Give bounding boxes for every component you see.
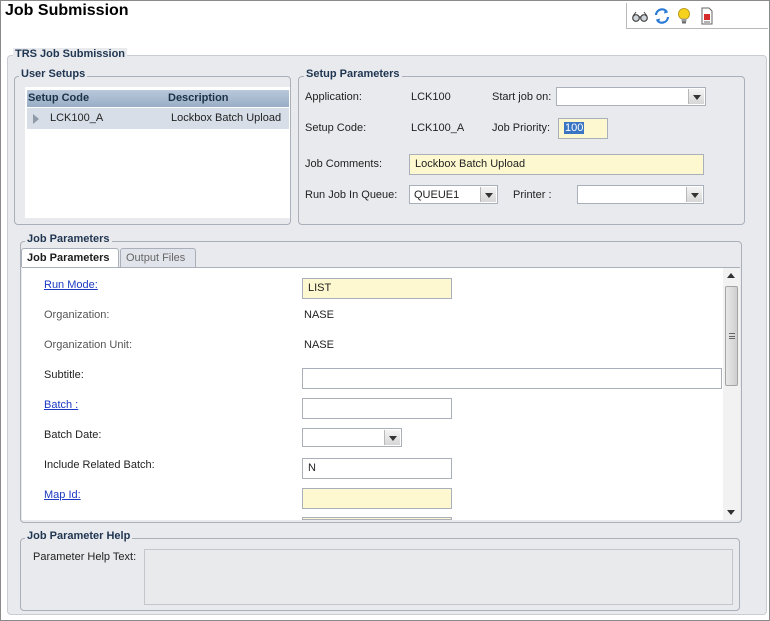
tab-output-files[interactable]: Output Files [120, 248, 196, 267]
queue-select[interactable]: QUEUE1 [409, 185, 498, 204]
job-priority-label: Job Priority: [492, 122, 551, 134]
job-comments-label: Job Comments: [305, 158, 383, 170]
map-id-link[interactable]: Map Id: [44, 489, 81, 501]
report-icon[interactable] [698, 7, 716, 25]
batch-date-select[interactable] [302, 428, 402, 447]
chevron-down-icon[interactable] [688, 89, 704, 104]
help-text-label: Parameter Help Text: [33, 551, 137, 563]
glasses-icon[interactable] [631, 7, 649, 25]
organization-value: NASE [304, 309, 334, 321]
subtitle-label: Subtitle: [44, 369, 84, 381]
printer-label: Printer : [513, 189, 552, 201]
printer-select[interactable] [577, 185, 704, 204]
help-text-area [144, 549, 733, 605]
batch-input[interactable] [302, 398, 452, 419]
job-parameters-scrollbar[interactable] [723, 268, 740, 520]
window-frame: Job Submission TRS Job Submission User S [0, 0, 770, 621]
job-parameter-help-label: Job Parameter Help [25, 530, 133, 542]
queue-value: QUEUE1 [414, 189, 460, 201]
column-header-description[interactable]: Description [168, 92, 229, 104]
refresh-icon[interactable] [653, 7, 671, 25]
setup-parameters-label: Setup Parameters [304, 68, 402, 80]
org-unit-value: NASE [304, 339, 334, 351]
map-id-input[interactable] [302, 488, 452, 509]
run-mode-link[interactable]: Run Mode: [44, 279, 98, 291]
org-unit-label: Organization Unit: [44, 339, 133, 351]
run-mode-input[interactable]: LIST [302, 278, 452, 299]
next-field-input[interactable] [302, 517, 452, 520]
job-comments-input[interactable]: Lockbox Batch Upload [409, 154, 704, 175]
setup-code-cell: LCK100_A [50, 112, 104, 124]
scroll-down-icon[interactable] [727, 510, 735, 515]
include-related-input[interactable]: N [302, 458, 452, 479]
setup-code-label: Setup Code: [305, 122, 367, 134]
row-indicator-icon [33, 114, 39, 124]
chevron-down-icon[interactable] [384, 430, 400, 445]
grip-icon [729, 333, 735, 339]
job-parameters-label: Job Parameters [25, 233, 112, 245]
column-header-setup-code[interactable]: Setup Code [28, 92, 89, 104]
organization-label: Organization: [44, 309, 110, 321]
tab-job-parameters[interactable]: Job Parameters [21, 248, 119, 267]
user-setups-label: User Setups [19, 68, 88, 80]
include-related-label: Include Related Batch: [44, 459, 155, 471]
scroll-thumb[interactable] [725, 286, 738, 386]
job-priority-value: 100 [564, 122, 585, 134]
scroll-up-icon[interactable] [727, 273, 735, 278]
batch-link[interactable]: Batch : [44, 399, 78, 411]
batch-date-label: Batch Date: [44, 429, 102, 441]
chevron-down-icon[interactable] [480, 187, 496, 202]
page-title: Job Submission [5, 2, 129, 19]
description-cell: Lockbox Batch Upload [171, 112, 282, 124]
application-value: LCK100 [411, 91, 451, 103]
toolbar [626, 3, 768, 29]
start-job-label: Start job on: [492, 91, 552, 103]
start-job-select[interactable] [556, 87, 706, 106]
table-row[interactable]: LCK100_A Lockbox Batch Upload [27, 108, 289, 129]
lightbulb-icon[interactable] [675, 7, 693, 25]
subtitle-input[interactable] [302, 368, 722, 389]
job-priority-input[interactable]: 100 [558, 118, 608, 139]
setup-code-value: LCK100_A [411, 122, 465, 134]
trs-group-label: TRS Job Submission [13, 48, 128, 60]
queue-label: Run Job In Queue: [305, 189, 398, 201]
application-label: Application: [305, 91, 362, 103]
grid-header: Setup Code Description [27, 90, 289, 107]
chevron-down-icon[interactable] [686, 187, 702, 202]
job-parameters-content [22, 267, 740, 520]
